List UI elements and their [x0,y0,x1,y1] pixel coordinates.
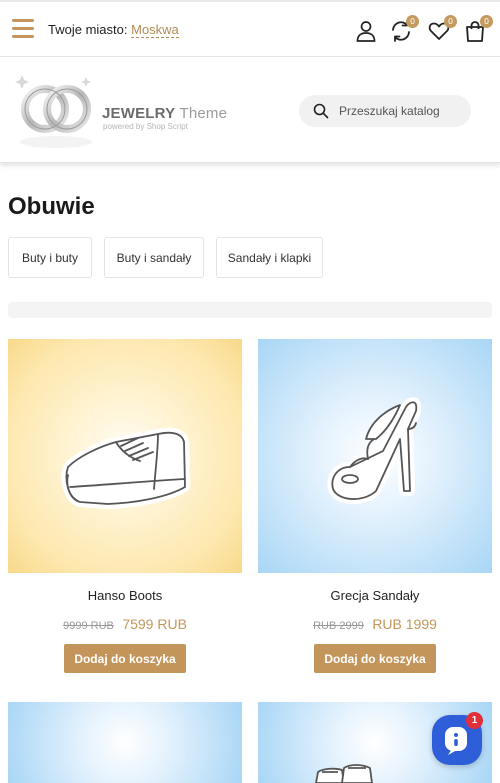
page-title: Obuwie [8,193,95,220]
search-box[interactable] [299,95,471,127]
add-to-cart-button[interactable]: Dodaj do koszyka [314,644,436,673]
product-name[interactable]: Hanso Boots [8,588,242,603]
filter-bar[interactable] [8,302,492,318]
menu-icon[interactable] [12,19,34,39]
product-card: Grecja Sandały RUB 2999 RUB 1999 Dodaj d… [258,339,492,673]
compare-icon[interactable]: 0 [389,15,419,43]
boot-icon [61,427,190,509]
product-card: Hanso Boots 9999 RUB 7599 RUB Dodaj do k… [8,339,242,673]
category-button-buty-i-sandaly[interactable]: Buty i sandały [104,237,204,278]
account-icon[interactable] [354,19,378,43]
price-old: 9999 RUB [63,620,114,632]
add-to-cart-button[interactable]: Dodaj do koszyka [64,644,186,673]
price-old: RUB 2999 [313,620,364,632]
rings-logo-icon [15,75,92,148]
compare-count-badge: 0 [406,15,419,28]
price-row: RUB 2999 RUB 1999 [258,616,492,634]
cart-icon[interactable]: 0 [463,15,493,43]
product-image[interactable] [8,702,242,783]
site-header: JEWELRY Theme powered by Shop Script [0,57,500,163]
product-image[interactable] [258,339,492,573]
price-new: RUB 1999 [372,616,437,632]
sandal-icon [327,397,422,504]
city-link[interactable]: Moskwa [131,22,179,38]
top-bar: Twoje miasto: Moskwa 0 0 0 [0,0,500,57]
search-icon [313,103,329,119]
category-button-sandaly-i-klapki[interactable]: Sandały i klapki [216,237,323,278]
category-button-buty-i-buty[interactable]: Buty i buty [8,237,92,278]
city-selector: Twoje miasto: Moskwa [48,22,179,38]
product-image[interactable] [8,339,242,573]
city-label: Twoje miasto: [48,22,128,37]
price-new: 7599 RUB [122,616,187,632]
search-input[interactable] [339,102,463,120]
logo-title: JEWELRY Theme [102,105,228,122]
chat-notification-badge: 1 [466,712,483,729]
price-row: 9999 RUB 7599 RUB [8,616,242,634]
wishlist-count-badge: 0 [444,15,457,28]
cart-count-badge: 0 [480,15,493,28]
site-logo[interactable]: JEWELRY Theme powered by Shop Script [12,69,232,151]
wishlist-icon[interactable]: 0 [427,15,457,43]
logo-subtitle: powered by Shop Script [103,122,188,131]
product-name[interactable]: Grecja Sandały [258,588,492,603]
